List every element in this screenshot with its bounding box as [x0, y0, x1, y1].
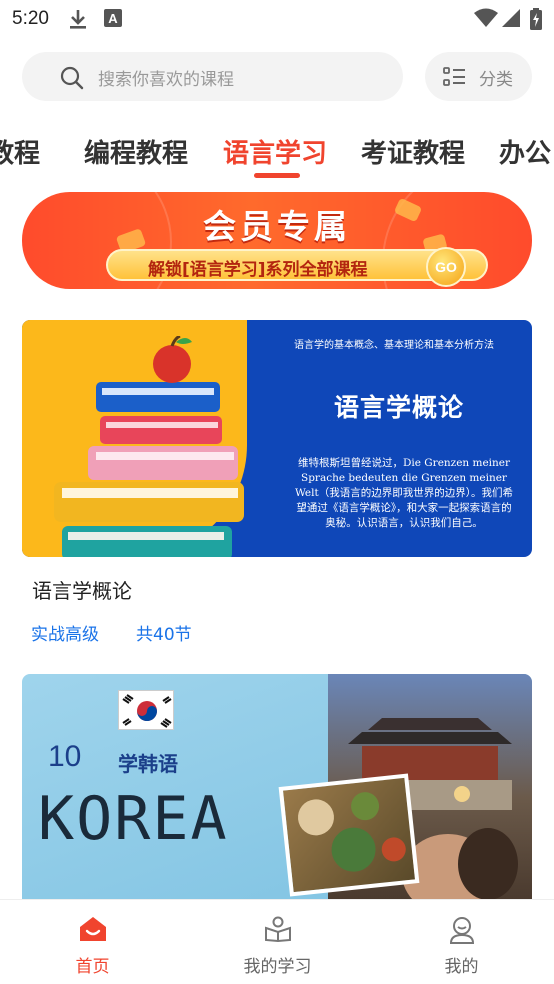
status-bar: 5:20 A — [0, 0, 554, 40]
vip-banner[interactable]: 会员专属 解锁[语言学习]系列全部课程 GO — [22, 192, 532, 289]
home-icon — [79, 916, 107, 946]
tab-programming[interactable]: 编程教程 — [84, 133, 188, 170]
tab-certification[interactable]: 考证教程 — [361, 133, 465, 170]
status-time: 5:20 — [12, 8, 49, 29]
nav-profile[interactable]: 我的 — [369, 900, 554, 984]
nav-home[interactable]: 首页 — [0, 900, 185, 984]
tab-office[interactable]: 办公 — [499, 133, 551, 170]
search-placeholder: 搜索你喜欢的课程 — [98, 70, 234, 90]
tab-tutorial[interactable]: 教程 — [0, 133, 40, 170]
cover-description: 维特根斯坦曾经说过，Die Grenzen meiner Sprache bed… — [295, 457, 513, 529]
tab-language-learning[interactable]: 语言学习 — [223, 133, 327, 170]
cover-number: 10 — [48, 740, 82, 773]
wifi-icon — [474, 8, 498, 32]
banner-title: 会员专属 — [203, 207, 351, 246]
course-cover-linguistics[interactable]: 语言学的基本概念、基本理论和基本分析方法 语言学概论 维特根斯坦曾经说过，Die… — [22, 320, 532, 557]
food-photo — [278, 773, 420, 897]
a-icon: A — [104, 8, 122, 32]
banner-go-button[interactable]: GO — [426, 247, 466, 287]
profile-icon — [448, 916, 476, 948]
course-cover-korean[interactable]: 10 学韩语 KOREA — [22, 674, 532, 900]
cover-title: KOREA — [38, 784, 229, 854]
course-title[interactable]: 语言学概论 — [32, 575, 132, 604]
bottom-navigation: 首页 我的学习 我的 — [0, 899, 554, 984]
nav-profile-label: 我的 — [444, 957, 479, 977]
active-tab-indicator — [254, 173, 300, 178]
search-icon — [60, 66, 84, 94]
nav-my-study-label: 我的学习 — [243, 957, 312, 977]
category-button[interactable]: 分类 — [425, 52, 532, 101]
banner-subtitle: 解锁[语言学习]系列全部课程 — [148, 260, 368, 280]
download-icon — [68, 8, 88, 34]
signal-icon — [502, 8, 520, 32]
nav-home-label: 首页 — [75, 957, 110, 977]
course-lessons-count: 共40节 — [136, 625, 192, 645]
category-tabs: 教程 编程教程 语言学习 考证教程 办公 — [0, 125, 554, 185]
category-list-icon — [443, 66, 467, 92]
battery-icon — [530, 8, 542, 34]
category-label: 分类 — [479, 70, 513, 90]
cover-subtitle: 学韩语 — [118, 752, 178, 776]
korea-flag-icon — [118, 690, 174, 730]
cover-title: 语言学概论 — [334, 393, 465, 422]
study-icon — [264, 916, 292, 946]
course-level-tag: 实战高级 — [31, 625, 99, 645]
books-illustration — [54, 336, 244, 557]
nav-my-study[interactable]: 我的学习 — [185, 900, 370, 984]
search-input[interactable]: 搜索你喜欢的课程 — [22, 52, 403, 101]
svg-text:A: A — [108, 11, 118, 26]
cover-heading: 语言学的基本概念、基本理论和基本分析方法 — [294, 340, 494, 351]
